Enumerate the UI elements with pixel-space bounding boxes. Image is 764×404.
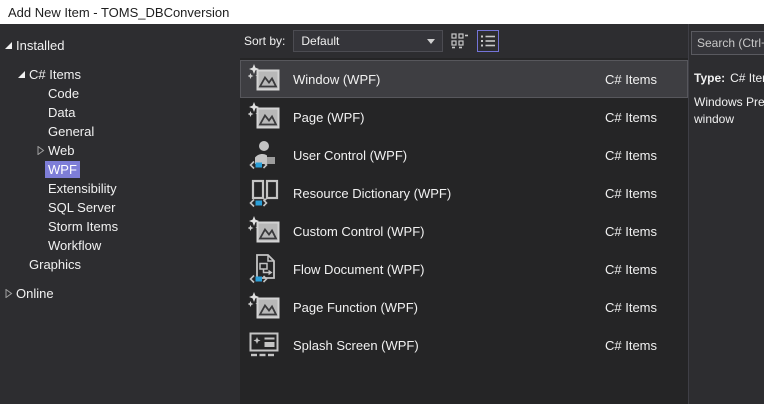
template-name: User Control (WPF) — [293, 148, 605, 163]
sort-by-dropdown[interactable]: Default — [293, 30, 443, 52]
small-icons-view-icon — [451, 33, 469, 49]
template-name: Splash Screen (WPF) — [293, 338, 605, 353]
template-name: Page Function (WPF) — [293, 300, 605, 315]
sidebar-item-label: WPF — [45, 161, 80, 178]
list-view-icon — [480, 34, 496, 48]
sort-by-value: Default — [301, 34, 339, 48]
list-view-button[interactable] — [477, 30, 499, 52]
template-item-page-wpf[interactable]: Page (WPF) C# Items — [240, 98, 688, 136]
sidebar-item-graphics[interactable]: Graphics — [0, 255, 240, 274]
template-name: Flow Document (WPF) — [293, 262, 605, 277]
wpf-window-icon — [247, 101, 281, 133]
sidebar-item-label: SQL Server — [45, 199, 118, 216]
template-item-window-wpf[interactable]: Window (WPF) C# Items — [240, 60, 688, 98]
sidebar-item-label: Web — [45, 142, 78, 159]
template-name: Page (WPF) — [293, 110, 605, 125]
chevron-down-icon — [427, 39, 435, 44]
wpf-window-icon — [247, 291, 281, 323]
template-name: Custom Control (WPF) — [293, 224, 605, 239]
sidebar-item-label: Graphics — [26, 256, 84, 273]
template-category: C# Items — [605, 224, 687, 239]
template-name: Resource Dictionary (WPF) — [293, 186, 605, 201]
main-area: Sort by: Default — [240, 24, 688, 404]
sidebar-item-label: Storm Items — [45, 218, 121, 235]
description-line: window — [694, 111, 764, 128]
small-icons-view-button[interactable] — [449, 30, 471, 52]
template-category: C# Items — [605, 110, 687, 125]
sidebar-item-label: Extensibility — [45, 180, 120, 197]
splash-screen-icon — [247, 329, 281, 361]
template-category: C# Items — [605, 262, 687, 277]
dialog-title: Add New Item - TOMS_DBConversion — [8, 5, 229, 20]
sidebar-item-label: C# Items — [26, 66, 84, 83]
template-list: Window (WPF) C# Items Page (WPF) C# Item… — [240, 58, 688, 404]
type-value: C# Items — [730, 71, 764, 85]
sidebar-item-label: Online — [13, 285, 57, 302]
template-item-splash-screen-wpf[interactable]: Splash Screen (WPF) C# Items — [240, 326, 688, 364]
resource-dictionary-icon — [247, 177, 281, 209]
template-item-custom-control-wpf[interactable]: Custom Control (WPF) C# Items — [240, 212, 688, 250]
sidebar-item-label: General — [45, 123, 97, 140]
sidebar-item-storm-items[interactable]: Storm Items — [0, 217, 240, 236]
sidebar-item-workflow[interactable]: Workflow — [0, 236, 240, 255]
sidebar-item-code[interactable]: Code — [0, 84, 240, 103]
sidebar-tree: Installed C# Items Code Data General Web… — [0, 24, 240, 404]
collapsed-arrow-icon — [4, 289, 13, 298]
list-toolbar: Sort by: Default — [240, 24, 688, 58]
sidebar-item-web[interactable]: Web — [0, 141, 240, 160]
template-name: Window (WPF) — [293, 72, 605, 87]
dialog-titlebar: Add New Item - TOMS_DBConversion — [0, 0, 764, 24]
wpf-window-icon — [247, 215, 281, 247]
expanded-arrow-icon — [17, 70, 26, 79]
sidebar-item-general[interactable]: General — [0, 122, 240, 141]
details-panel: Type: C# Items Windows Presentation Found… — [688, 24, 764, 404]
sidebar-item-data[interactable]: Data — [0, 103, 240, 122]
add-new-item-dialog: Installed C# Items Code Data General Web… — [0, 24, 764, 404]
sidebar-item-label: Workflow — [45, 237, 104, 254]
template-category: C# Items — [605, 72, 687, 87]
description-line: Windows Presentation Foundation — [694, 94, 764, 111]
template-item-flow-document-wpf[interactable]: Flow Document (WPF) C# Items — [240, 250, 688, 288]
flow-document-icon — [247, 253, 281, 285]
template-category: C# Items — [605, 186, 687, 201]
sidebar-item-c-items[interactable]: C# Items — [0, 65, 240, 84]
collapsed-arrow-icon — [36, 146, 45, 155]
search-input[interactable] — [691, 31, 764, 55]
sidebar-item-label: Installed — [13, 37, 67, 54]
template-description: Windows Presentation Foundation window — [694, 94, 764, 128]
type-label: Type: — [694, 71, 725, 85]
sidebar-item-sql-server[interactable]: SQL Server — [0, 198, 240, 217]
sidebar-item-online[interactable]: Online — [0, 284, 240, 303]
expanded-arrow-icon — [4, 41, 13, 50]
user-control-icon — [247, 139, 281, 171]
template-item-user-control-wpf[interactable]: User Control (WPF) C# Items — [240, 136, 688, 174]
type-line: Type: C# Items — [694, 71, 764, 85]
sort-by-label: Sort by: — [244, 34, 285, 48]
template-item-resource-dictionary-wpf[interactable]: Resource Dictionary (WPF) C# Items — [240, 174, 688, 212]
template-category: C# Items — [605, 338, 687, 353]
template-category: C# Items — [605, 148, 687, 163]
template-category: C# Items — [605, 300, 687, 315]
sidebar-item-installed[interactable]: Installed — [0, 36, 240, 55]
wpf-window-icon — [247, 63, 281, 95]
sidebar-item-wpf[interactable]: WPF — [0, 160, 240, 179]
sidebar-item-extensibility[interactable]: Extensibility — [0, 179, 240, 198]
template-item-page-function-wpf[interactable]: Page Function (WPF) C# Items — [240, 288, 688, 326]
sidebar-item-label: Data — [45, 104, 78, 121]
sidebar-item-label: Code — [45, 85, 82, 102]
